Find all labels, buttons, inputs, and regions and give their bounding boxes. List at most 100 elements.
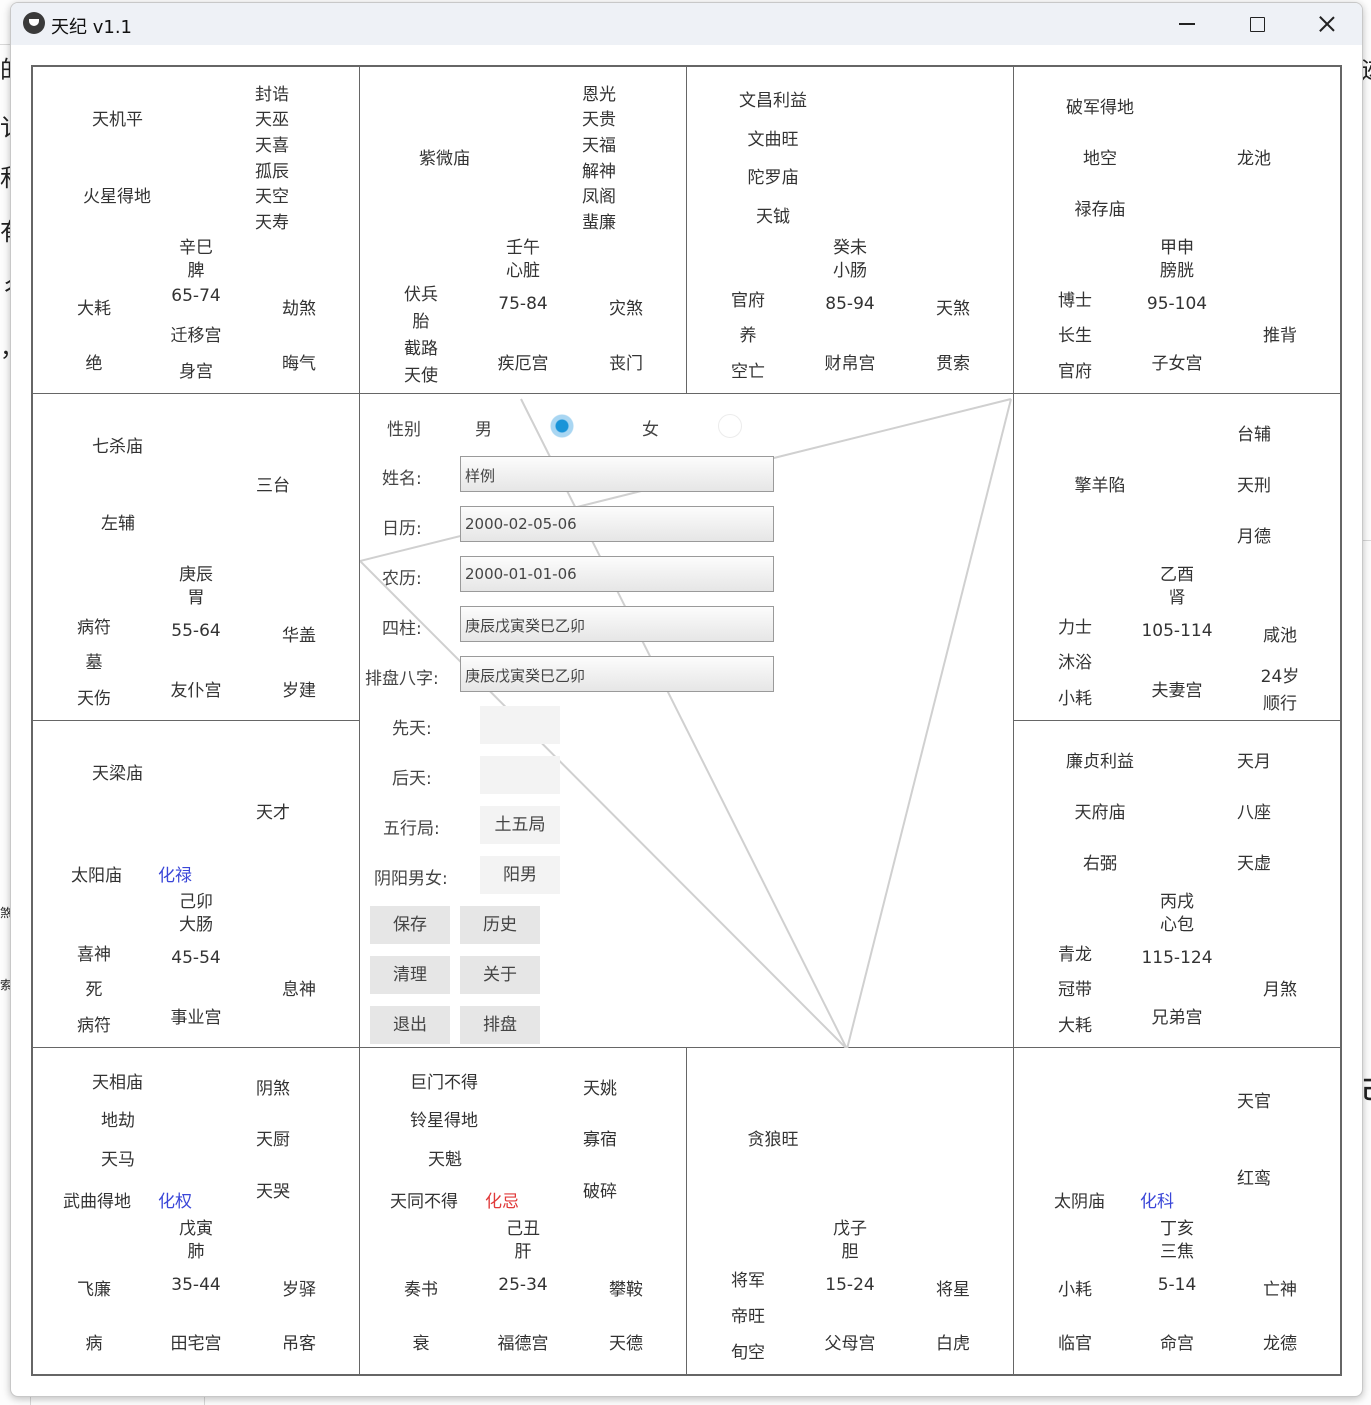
palace-name: 迁移宫 [170, 326, 222, 346]
palace-name: 夫妻宫 [1151, 681, 1203, 701]
houtian-label: 后天: [392, 769, 432, 789]
window-title: 天纪 v1.1 [51, 17, 132, 38]
four-pillars-label: 四柱: [382, 619, 422, 639]
right-star: 华盖 [282, 626, 316, 646]
female-radio[interactable] [718, 414, 742, 438]
stem-branch: 丁亥 [1160, 1219, 1194, 1239]
minor-star: 天福 [582, 136, 616, 156]
organ: 膀胱 [1160, 261, 1194, 281]
age-range: 85-94 [825, 294, 875, 314]
main-star: 紫微庙 [419, 149, 470, 169]
right-star: 亡神 [1263, 1280, 1297, 1300]
main-star: 天同不得 [390, 1192, 458, 1212]
minor-star: 三台 [256, 476, 290, 496]
maximize-icon [1249, 16, 1265, 32]
palace-name: 事业宫 [170, 1008, 222, 1028]
palace-hai: 太阴庙 化科 天官 红鸾 丁亥 三焦 5-14 命宫 小耗 临官 亡神 龙德 [1013, 1047, 1341, 1375]
age-range: 105-114 [1141, 621, 1213, 641]
clear-button[interactable]: 清理 [370, 956, 450, 994]
minor-star: 恩光 [582, 85, 616, 105]
left-star: 奏书 [404, 1280, 438, 1300]
chart-button[interactable]: 排盘 [460, 1006, 540, 1044]
organ: 肺 [187, 1242, 205, 1262]
minor-star: 台辅 [1237, 425, 1271, 445]
minor-star: 天才 [256, 803, 290, 823]
organ: 三焦 [1160, 1242, 1194, 1262]
palace-name: 父母宫 [824, 1334, 876, 1354]
body-palace-mark: 身宫 [179, 362, 213, 382]
stem-branch: 丙戌 [1160, 892, 1194, 912]
yinyang-value: 阳男 [480, 856, 560, 894]
minor-star: 龙池 [1237, 149, 1271, 169]
history-button[interactable]: 历史 [460, 906, 540, 944]
minimize-icon [1179, 23, 1195, 25]
right-star: 晦气 [282, 354, 316, 374]
minor-star: 天哭 [256, 1182, 290, 1202]
right-star: 劫煞 [282, 299, 316, 319]
triangle-line [846, 398, 1012, 1048]
title-bar[interactable]: 天纪 v1.1 [11, 3, 1362, 45]
right-star: 将星 [936, 1280, 970, 1300]
male-radio[interactable] [550, 414, 574, 438]
age-range: 65-74 [171, 286, 221, 306]
age-range: 25-34 [498, 1275, 548, 1295]
left-star: 死 [85, 980, 103, 1000]
minor-star: 天虚 [1237, 854, 1271, 874]
maximize-button[interactable] [1222, 3, 1292, 45]
save-button[interactable]: 保存 [370, 906, 450, 944]
main-star: 天府庙 [1074, 803, 1126, 823]
main-star: 天钺 [756, 207, 790, 227]
palace-name: 友仆宫 [170, 681, 222, 701]
lunar-date-field[interactable]: 2000-01-01-06 [460, 556, 774, 592]
palace-name: 子女宫 [1151, 354, 1203, 374]
minimize-button[interactable] [1152, 3, 1222, 45]
about-button[interactable]: 关于 [460, 956, 540, 994]
center-panel: 性别 男 女 姓名: 样例 日历: 2000-02-05-06 农历: 2000… [360, 394, 1014, 1048]
name-label: 姓名: [382, 469, 422, 489]
stem-branch: 戊寅 [179, 1219, 213, 1239]
wuxing-label: 五行局: [383, 819, 440, 839]
main-star: 太阳庙 [71, 866, 122, 886]
minor-star: 天寿 [255, 213, 289, 233]
stem-branch: 庚辰 [179, 565, 213, 585]
solar-date-field[interactable]: 2000-02-05-06 [460, 506, 774, 542]
right-star: 龙德 [1263, 1334, 1297, 1354]
exit-button[interactable]: 退出 [370, 1006, 450, 1044]
transform-ke: 化科 [1140, 1192, 1174, 1212]
right-star: 贯索 [936, 354, 970, 374]
stem-branch: 辛巳 [179, 238, 213, 258]
four-pillars-field[interactable]: 庚辰戊寅癸巳乙卯 [460, 606, 774, 642]
minor-star: 寡宿 [583, 1130, 617, 1150]
close-button[interactable] [1292, 3, 1362, 45]
age-range: 55-64 [171, 621, 221, 641]
right-star: 推背 [1263, 326, 1297, 346]
main-star: 武曲得地 [63, 1192, 131, 1212]
palace-you: 擎羊陷 台辅 天刑 月德 乙酉 肾 105-114 夫妻宫 力士 沐浴 小耗 咸… [1013, 393, 1341, 721]
minor-star: 天喜 [255, 136, 289, 156]
left-star: 旬空 [731, 1343, 765, 1363]
name-field[interactable]: 样例 [460, 456, 774, 492]
organ: 胆 [841, 1242, 859, 1262]
right-star: 岁建 [282, 681, 316, 701]
palace-mao: 天梁庙 太阳庙 化禄 天才 己卯 大肠 45-54 事业宫 喜神 死 病符 息神 [32, 720, 360, 1048]
bazi-field[interactable]: 庚辰戊寅癸巳乙卯 [460, 656, 774, 692]
palace-name: 财帛宫 [824, 354, 876, 374]
ziwei-chart-board: 天机平 火星得地 封诰 天巫 天喜 孤辰 天空 天寿 辛巳 脾 65-74 迁移… [31, 65, 1342, 1376]
age-range: 45-54 [171, 948, 221, 968]
main-star: 廉贞利益 [1066, 752, 1134, 772]
lunar-date-label: 农历: [382, 569, 422, 589]
wuxing-value: 土五局 [480, 806, 560, 844]
left-star: 衰 [412, 1334, 430, 1354]
main-star: 七杀庙 [92, 437, 143, 457]
left-star: 墓 [85, 653, 103, 673]
main-star: 破军得地 [1066, 98, 1134, 118]
left-star: 病符 [77, 1016, 111, 1036]
direction-marker: 顺行 [1263, 694, 1297, 714]
left-star: 博士 [1058, 291, 1092, 311]
minor-star: 红鸾 [1237, 1169, 1271, 1189]
left-star: 病符 [77, 618, 111, 638]
stem-branch: 癸未 [833, 238, 867, 258]
age-range: 15-24 [825, 1275, 875, 1295]
xiantian-value [480, 706, 560, 744]
minor-star: 蜚廉 [582, 213, 616, 233]
